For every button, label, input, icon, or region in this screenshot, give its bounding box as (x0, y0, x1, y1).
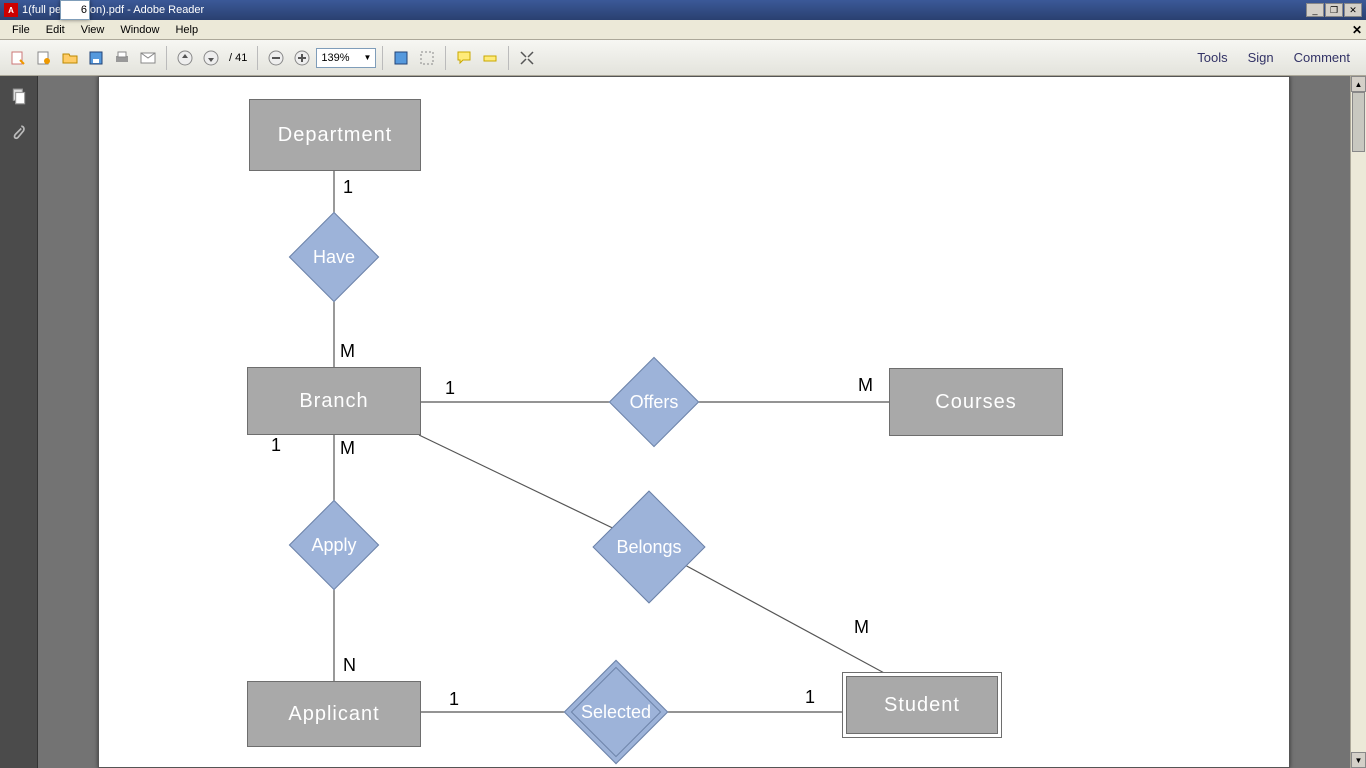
entity-label: Courses (935, 391, 1016, 414)
entity-label: Student (884, 694, 960, 717)
cardinality-have-branch: M (340, 341, 355, 362)
close-button[interactable]: ✕ (1344, 3, 1362, 17)
thumbnails-icon[interactable] (4, 82, 34, 112)
pdf-page: Department Branch Courses Applicant Stud… (98, 76, 1290, 768)
navigation-pane (0, 76, 38, 768)
cardinality-branch-apply: M (340, 438, 355, 459)
page-number-input[interactable] (60, 0, 90, 20)
page-down-icon[interactable] (199, 46, 223, 70)
menu-bar: File Edit View Window Help ✕ (0, 20, 1366, 40)
menu-help[interactable]: Help (167, 22, 206, 38)
zoom-select[interactable]: 139% ▼ (316, 48, 376, 68)
save-icon[interactable] (84, 46, 108, 70)
relationship-label: Have (313, 247, 355, 268)
menu-edit[interactable]: Edit (38, 22, 73, 38)
relationship-selected: Selected (579, 675, 653, 749)
restore-button[interactable]: ❐ (1325, 3, 1343, 17)
read-mode-icon[interactable] (515, 46, 539, 70)
pdf-icon: A (4, 3, 18, 17)
title-bar: A 1(full permission).pdf - Adobe Reader … (0, 0, 1366, 20)
page-count-label: / 41 (225, 52, 251, 64)
scroll-thumb[interactable] (1352, 92, 1365, 152)
entity-label: Department (278, 124, 393, 147)
sign-pane-button[interactable]: Sign (1238, 46, 1284, 69)
entity-label: Branch (299, 390, 368, 413)
relationship-offers: Offers (622, 370, 686, 434)
relationship-belongs: Belongs (609, 507, 689, 587)
menu-window[interactable]: Window (112, 22, 167, 38)
save-copy-icon[interactable] (389, 46, 413, 70)
cardinality-selected-student: 1 (805, 687, 815, 708)
cardinality-applicant-selected: 1 (449, 689, 459, 710)
relationship-label: Belongs (616, 537, 681, 558)
entity-department: Department (249, 99, 421, 171)
tools-pane-button[interactable]: Tools (1187, 46, 1237, 69)
relationship-apply: Apply (302, 513, 366, 577)
highlight-icon[interactable] (478, 46, 502, 70)
window-title: 1(full permission).pdf - Adobe Reader (22, 4, 204, 16)
print-icon[interactable] (110, 46, 134, 70)
relationship-label: Selected (581, 702, 651, 723)
snapshot-icon[interactable] (415, 46, 439, 70)
page-up-icon[interactable] (173, 46, 197, 70)
cardinality-branch-belongs: 1 (271, 435, 281, 456)
menu-file[interactable]: File (4, 22, 38, 38)
export-pdf-icon[interactable] (6, 46, 30, 70)
er-diagram: Department Branch Courses Applicant Stud… (99, 77, 1289, 767)
comment-icon[interactable] (452, 46, 476, 70)
menu-view[interactable]: View (73, 22, 113, 38)
create-pdf-icon[interactable] (32, 46, 56, 70)
entity-student: Student (842, 672, 1002, 738)
scroll-up-icon[interactable]: ▲ (1351, 76, 1366, 92)
relationship-label: Offers (630, 392, 679, 413)
relationship-label: Apply (311, 535, 356, 556)
scroll-down-icon[interactable]: ▼ (1351, 752, 1366, 768)
chevron-down-icon: ▼ (363, 53, 371, 62)
toolbar: / 41 139% ▼ Tools Sign Comment (0, 40, 1366, 76)
entity-courses: Courses (889, 368, 1063, 436)
vertical-scrollbar[interactable]: ▲ ▼ (1350, 76, 1366, 768)
zoom-in-icon[interactable] (290, 46, 314, 70)
cardinality-apply-applicant: N (343, 655, 356, 676)
cardinality-offers-courses: M (858, 375, 873, 396)
cardinality-branch-offers: 1 (445, 378, 455, 399)
comment-pane-button[interactable]: Comment (1284, 46, 1360, 69)
zoom-value: 139% (321, 52, 349, 64)
entity-applicant: Applicant (247, 681, 421, 747)
document-area[interactable]: Department Branch Courses Applicant Stud… (38, 76, 1350, 768)
attachments-icon[interactable] (4, 118, 34, 148)
relationship-have: Have (302, 225, 366, 289)
minimize-button[interactable]: _ (1306, 3, 1324, 17)
zoom-out-icon[interactable] (264, 46, 288, 70)
close-document-button[interactable]: ✕ (1352, 23, 1362, 37)
cardinality-dept-have: 1 (343, 177, 353, 198)
page-total: 41 (235, 52, 247, 64)
cardinality-belongs-student: M (854, 617, 869, 638)
entity-branch: Branch (247, 367, 421, 435)
open-icon[interactable] (58, 46, 82, 70)
entity-label: Applicant (288, 703, 379, 726)
email-icon[interactable] (136, 46, 160, 70)
